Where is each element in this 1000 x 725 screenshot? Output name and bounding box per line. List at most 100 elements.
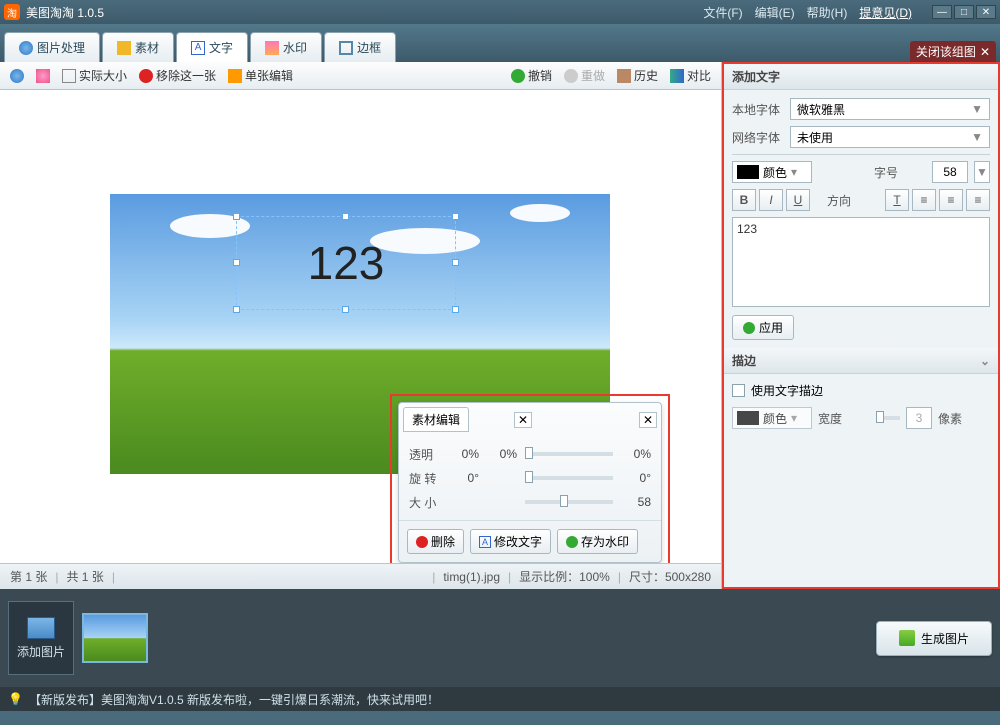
resize-handle[interactable] (233, 259, 240, 266)
tab-image-process[interactable]: 图片处理 (4, 32, 100, 62)
px-label: 像素 (938, 410, 990, 427)
align-center-button[interactable]: ≡ (939, 189, 963, 211)
redo-button[interactable]: 重做 (560, 65, 609, 86)
app-logo-icon: 淘 (4, 4, 20, 20)
save-icon (566, 536, 578, 548)
section-stroke-header[interactable]: 描边⌄ (724, 348, 998, 374)
btn-label: 修改文字 (494, 533, 542, 550)
align-left-button[interactable]: ≡ (912, 189, 936, 211)
stroke-width-slider[interactable] (876, 416, 900, 420)
chevron-down-icon: ▼ (971, 102, 983, 116)
edit-toolbar: 实际大小 移除这一张 单张编辑 撤销 重做 历史 对比 (0, 62, 721, 90)
bulb-icon: 💡 (8, 692, 23, 706)
status-filename: timg(1).jpg (424, 570, 500, 584)
remove-this-button[interactable]: 移除这一张 (135, 65, 220, 86)
rotate-slider[interactable] (525, 476, 613, 480)
tab-material[interactable]: 素材 (102, 32, 174, 62)
textarea-value: 123 (737, 222, 757, 236)
add-image-button[interactable]: 添加图片 (8, 601, 74, 675)
single-edit-button[interactable]: 单张编辑 (224, 65, 297, 86)
edit-text-button[interactable]: A修改文字 (470, 529, 551, 554)
opacity-slider[interactable] (525, 452, 613, 456)
window-maximize-button[interactable]: □ (954, 5, 974, 19)
save-watermark-button[interactable]: 存为水印 (557, 529, 638, 554)
material-edit-tab[interactable]: 素材编辑 (403, 407, 469, 432)
text-color-picker[interactable]: 颜色▾ (732, 161, 812, 183)
generate-button[interactable]: 生成图片 (876, 621, 992, 656)
news-text[interactable]: 【新版发布】美图淘淘V1.0.5 新版发布啦，一键引爆日系潮流，快来试用吧！ (29, 691, 439, 708)
btn-label: 添加图片 (17, 643, 65, 660)
border-icon (339, 41, 353, 55)
btn-label: 单张编辑 (245, 67, 293, 84)
single-edit-icon (228, 69, 242, 83)
undo-button[interactable]: 撤销 (507, 65, 556, 86)
apply-button[interactable]: 应用 (732, 315, 794, 340)
direction-label: 方向 (827, 192, 879, 209)
menu-feedback[interactable]: 提意见(D) (859, 4, 912, 21)
text-input[interactable]: 123 (732, 217, 990, 307)
resize-handle[interactable] (233, 306, 240, 313)
bold-button[interactable]: B (732, 189, 756, 211)
redo-icon (564, 69, 578, 83)
color-label: 颜色 (763, 410, 787, 427)
canvas[interactable]: 123 素材编辑 ✕ ✕ (0, 90, 721, 563)
canvas-text: 123 (308, 236, 385, 290)
history-button[interactable]: 历史 (613, 65, 662, 86)
local-font-select[interactable]: 微软雅黑▼ (790, 98, 990, 120)
panel-close-button-2[interactable]: ✕ (639, 412, 657, 428)
menu-edit[interactable]: 编辑(E) (755, 4, 795, 21)
stroke-width-input[interactable]: 3 (906, 407, 932, 429)
web-font-select[interactable]: 未使用▼ (790, 126, 990, 148)
tab-label: 文字 (209, 39, 233, 56)
zoom-in-button[interactable] (6, 67, 28, 85)
section-add-text-header[interactable]: 添加文字 (724, 64, 998, 90)
text-icon: A (479, 536, 491, 548)
width-value: 3 (916, 411, 923, 425)
image-thumbnail[interactable] (82, 613, 148, 663)
right-panel: 添加文字 本地字体 微软雅黑▼ 网络字体 未使用▼ 颜色▾ 字号 58 ▼ B (722, 62, 1000, 589)
close-tab-group-button[interactable]: 关闭该组图✕ (910, 41, 996, 62)
use-stroke-checkbox[interactable]: 使用文字描边 (732, 382, 990, 399)
section-title: 添加文字 (732, 68, 780, 85)
panel-close-button[interactable]: ✕ (514, 412, 532, 428)
resize-handle[interactable] (342, 306, 349, 313)
btn-label: 历史 (634, 67, 658, 84)
resize-handle[interactable] (452, 306, 459, 313)
stroke-color-picker[interactable]: 颜色 ▾ (732, 407, 812, 429)
font-size-input[interactable]: 58 (932, 161, 968, 183)
color-swatch (737, 165, 759, 179)
tab-text[interactable]: A文字 (176, 32, 248, 62)
compare-button[interactable]: 对比 (666, 65, 715, 86)
text-selection-box[interactable]: 123 (236, 216, 456, 310)
chevron-down-icon: ▾ (791, 411, 797, 425)
tab-label: 水印 (283, 39, 307, 56)
zoom-out-button[interactable] (32, 67, 54, 85)
app-title: 美图淘淘 1.0.5 (26, 4, 104, 21)
checkbox-label: 使用文字描边 (751, 382, 823, 399)
align-right-button[interactable]: ≡ (966, 189, 990, 211)
opacity-label: 透明 (409, 446, 441, 463)
window-close-button[interactable]: ✕ (976, 5, 996, 19)
select-value: 未使用 (797, 129, 833, 146)
resize-handle[interactable] (342, 213, 349, 220)
size-slider[interactable] (525, 500, 613, 504)
menu-help[interactable]: 帮助(H) (807, 4, 848, 21)
history-icon (617, 69, 631, 83)
checkbox-icon (732, 384, 745, 397)
font-size-dropdown[interactable]: ▼ (974, 161, 990, 183)
resize-handle[interactable] (233, 213, 240, 220)
underline-button[interactable]: U (786, 189, 810, 211)
resize-handle[interactable] (452, 259, 459, 266)
undo-icon (511, 69, 525, 83)
text-horizontal-button[interactable]: T (885, 189, 909, 211)
resize-handle[interactable] (452, 213, 459, 220)
delete-button[interactable]: 删除 (407, 529, 464, 554)
tab-watermark[interactable]: 水印 (250, 32, 322, 62)
menu-file[interactable]: 文件(F) (703, 4, 742, 21)
window-minimize-button[interactable]: — (932, 5, 952, 19)
thumbnail-strip: 添加图片 生成图片 (0, 589, 1000, 687)
actual-size-button[interactable]: 实际大小 (58, 65, 131, 86)
tab-border[interactable]: 边框 (324, 32, 396, 62)
italic-button[interactable]: I (759, 189, 783, 211)
page-total: 共 1 张 (47, 568, 103, 585)
